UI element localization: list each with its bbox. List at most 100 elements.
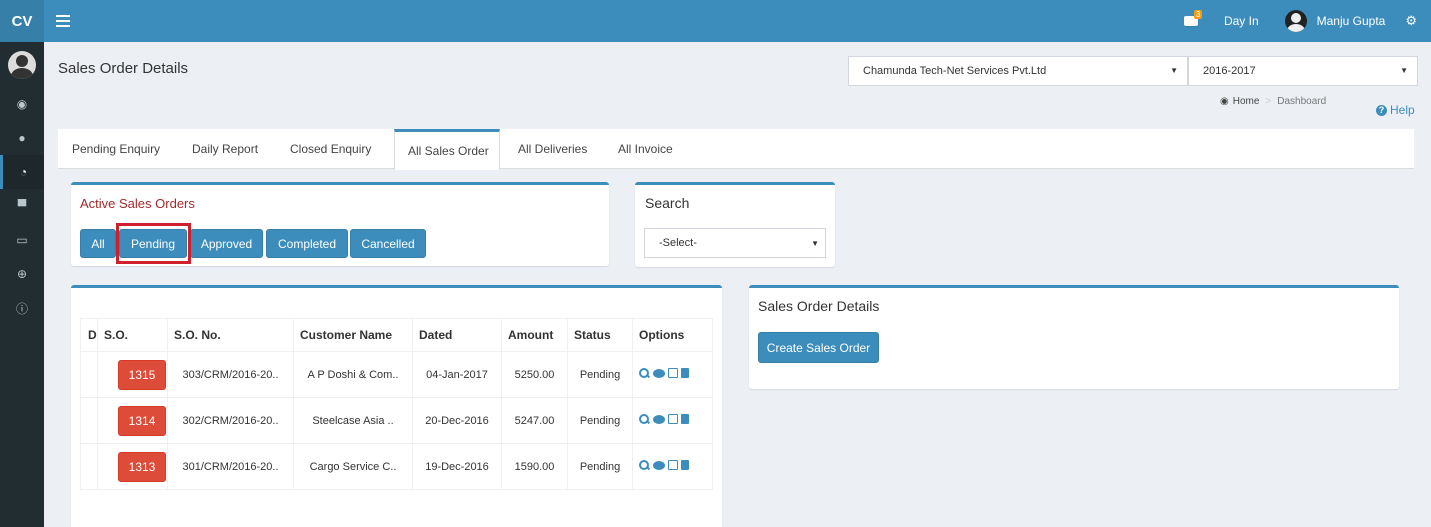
sales-orders-table-panel: D S.O. S.O. No. Customer Name Dated Amou…: [71, 285, 722, 527]
row-dated: 20-Dec-2016: [412, 397, 502, 444]
settings-gears-icon[interactable]: ⚙: [1405, 13, 1417, 29]
notification-badge: 3: [1193, 10, 1203, 19]
sidebar: ◉ ● ◔ ▀ ▭ ⊕ ⓘ: [0, 42, 44, 527]
so-badge[interactable]: 1313: [118, 451, 166, 482]
tab-daily-report[interactable]: Daily Report: [192, 129, 258, 169]
tab-all-deliveries[interactable]: All Deliveries: [518, 129, 587, 169]
year-select-value: 2016-2017: [1203, 65, 1256, 77]
row-customer-name: Steelcase Asia ..: [293, 397, 413, 444]
navbar-right: 3 Day In Manju Gupta ⚙: [1183, 0, 1417, 42]
row-options: [632, 397, 713, 444]
row-so-cell: 1313: [97, 443, 168, 490]
breadcrumb-current: Dashboard: [1277, 96, 1327, 107]
column-header-status: Status: [567, 318, 633, 352]
active-sales-orders-title: Active Sales Orders: [80, 196, 195, 211]
tab-all-invoice[interactable]: All Invoice: [618, 129, 673, 169]
comment-icon[interactable]: [653, 460, 665, 470]
cart-icon[interactable]: ▀: [0, 189, 44, 223]
column-header-so: S.O.: [97, 318, 168, 352]
table-row: 1313 301/CRM/2016-20.. Cargo Service C..…: [80, 443, 713, 490]
row-d-cell: [80, 443, 98, 490]
app-logo[interactable]: CV: [0, 0, 44, 42]
table-row: 1314 302/CRM/2016-20.. Steelcase Asia ..…: [80, 397, 713, 444]
active-sales-orders-panel: Active Sales Orders All Pending Approved…: [71, 182, 609, 266]
question-icon: ?: [1376, 104, 1387, 116]
column-header-options: Options: [632, 318, 713, 352]
edit-icon[interactable]: [668, 368, 678, 378]
sidebar-avatar: [8, 51, 36, 79]
sales-order-details-panel: Sales Order Details Create Sales Order: [749, 285, 1399, 389]
trash-icon[interactable]: [681, 460, 689, 470]
trash-icon[interactable]: [681, 414, 689, 424]
so-badge[interactable]: 1315: [118, 359, 166, 390]
create-sales-order-button[interactable]: Create Sales Order: [758, 332, 879, 363]
help-label: Help: [1390, 103, 1415, 117]
row-options: [632, 443, 713, 490]
filter-cancelled-button[interactable]: Cancelled: [350, 229, 426, 258]
view-search-icon[interactable]: [639, 459, 650, 471]
row-so-no: 303/CRM/2016-20..: [167, 351, 294, 398]
tab-pending-enquiry[interactable]: Pending Enquiry: [72, 129, 160, 169]
user-icon[interactable]: ●: [0, 121, 44, 155]
edit-icon[interactable]: [668, 414, 678, 424]
column-header-so-no: S.O. No.: [167, 318, 294, 352]
tab-closed-enquiry[interactable]: Closed Enquiry: [290, 129, 371, 169]
row-status: Pending: [567, 443, 633, 490]
trash-icon[interactable]: [681, 368, 689, 378]
caret-down-icon: ▼: [1400, 66, 1408, 75]
caret-down-icon: ▼: [1170, 66, 1178, 75]
edit-icon[interactable]: [668, 460, 678, 470]
filter-all-button[interactable]: All: [80, 229, 116, 258]
view-search-icon[interactable]: [639, 413, 650, 425]
sales-orders-table: D S.O. S.O. No. Customer Name Dated Amou…: [80, 318, 713, 490]
user-avatar[interactable]: [1284, 10, 1307, 32]
row-d-cell: [80, 397, 98, 444]
comment-icon[interactable]: [653, 414, 665, 424]
row-d-cell: [80, 351, 98, 398]
pie-chart-icon[interactable]: ◔: [0, 155, 44, 189]
row-status: Pending: [567, 397, 633, 444]
column-header-customer-name: Customer Name: [293, 318, 413, 352]
row-so-cell: 1314: [97, 397, 168, 444]
table-row: 1315 303/CRM/2016-20.. A P Doshi & Com..…: [80, 351, 713, 398]
view-search-icon[interactable]: [639, 367, 650, 379]
tab-all-sales-order[interactable]: All Sales Order: [394, 129, 500, 170]
credit-card-icon[interactable]: ▭: [0, 223, 44, 257]
selected-filter-highlight: [116, 223, 191, 264]
sales-order-details-title: Sales Order Details: [758, 298, 880, 314]
so-badge[interactable]: 1314: [118, 405, 166, 436]
top-navbar: CV 3 Day In Manju Gupta ⚙: [0, 0, 1431, 42]
user-name[interactable]: Manju Gupta: [1317, 14, 1386, 28]
column-header-d: D: [80, 318, 98, 352]
breadcrumb: ◉ Home > Dashboard: [1220, 96, 1326, 107]
row-options: [632, 351, 713, 398]
column-header-dated: Dated: [412, 318, 502, 352]
comment-icon[interactable]: [653, 368, 665, 378]
row-amount: 1590.00: [501, 443, 568, 490]
day-in-link[interactable]: Day In: [1224, 14, 1259, 28]
row-dated: 04-Jan-2017: [412, 351, 502, 398]
caret-down-icon: ▼: [811, 239, 819, 248]
breadcrumb-separator: >: [1265, 96, 1272, 107]
search-select[interactable]: -Select- ▼: [644, 228, 826, 258]
filter-completed-button[interactable]: Completed: [266, 229, 348, 258]
search-select-value: -Select-: [659, 237, 697, 249]
tabs-bar: Pending Enquiry Daily Report Closed Enqu…: [58, 129, 1414, 170]
help-link[interactable]: ? Help: [1376, 103, 1415, 117]
row-so-cell: 1315: [97, 351, 168, 398]
menu-toggle-icon[interactable]: [56, 12, 70, 30]
row-customer-name: A P Doshi & Com..: [293, 351, 413, 398]
breadcrumb-home[interactable]: Home: [1233, 96, 1260, 107]
column-header-amount: Amount: [501, 318, 568, 352]
company-select[interactable]: Chamunda Tech-Net Services Pvt.Ltd ▼: [848, 56, 1188, 86]
globe-icon[interactable]: ⊕: [0, 257, 44, 291]
filter-approved-button[interactable]: Approved: [190, 229, 263, 258]
notification-icon[interactable]: 3: [1183, 10, 1203, 28]
row-amount: 5247.00: [501, 397, 568, 444]
row-amount: 5250.00: [501, 351, 568, 398]
year-select[interactable]: 2016-2017 ▼: [1188, 56, 1418, 86]
info-icon[interactable]: ⓘ: [0, 291, 44, 325]
search-panel: Search -Select- ▼: [635, 182, 835, 267]
dashboard-icon[interactable]: ◉: [0, 87, 44, 121]
page-title: Sales Order Details: [58, 60, 189, 77]
